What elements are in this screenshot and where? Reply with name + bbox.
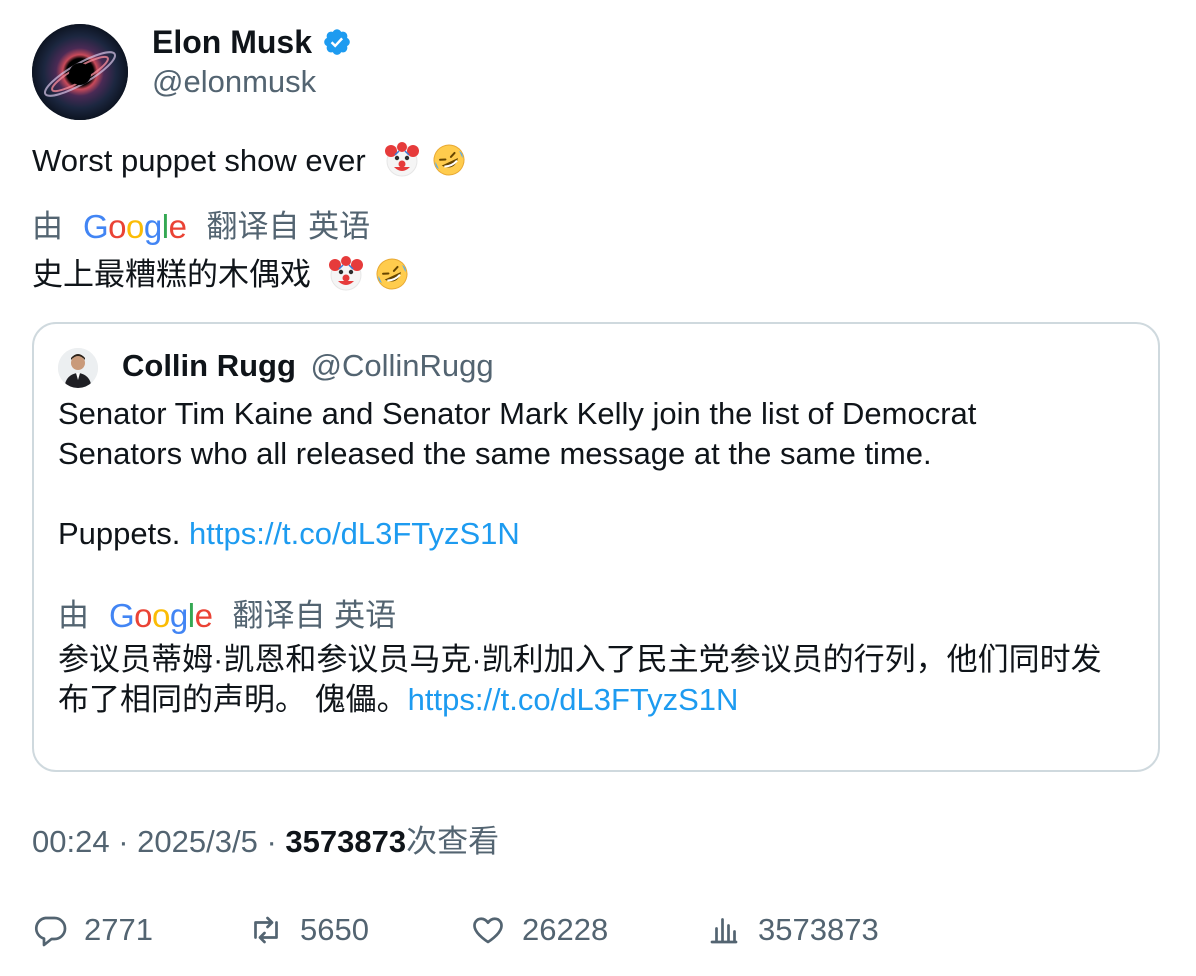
views-button[interactable]: 3573873	[706, 906, 879, 954]
black-hole-avatar-image	[32, 24, 128, 120]
quoted-text-line-1: Senator Tim Kaine and Senator Mark Kelly…	[58, 396, 977, 431]
quoted-translation-prefix: 由	[58, 598, 89, 633]
like-count: 26228	[522, 912, 609, 947]
clown-face-icon	[328, 256, 363, 291]
puppets-text: Puppets.	[58, 516, 181, 551]
quoted-author-avatar[interactable]	[58, 348, 98, 388]
author-avatar[interactable]	[32, 24, 128, 120]
views-count: 3573873	[758, 912, 879, 947]
rolling-laughing-icon	[433, 144, 465, 176]
tweet-action-bar: 2771 5650 26228 3573873	[32, 906, 1162, 954]
reply-button[interactable]: 2771	[32, 906, 153, 954]
author-handle[interactable]: @elonmusk	[152, 62, 316, 102]
person-avatar-image	[58, 348, 98, 388]
quoted-puppets-line: Puppets. https://t.co/dL3FTyzS1N	[58, 514, 1138, 554]
reply-count: 2771	[84, 912, 153, 947]
rolling-laughing-icon	[376, 258, 408, 290]
tweet-meta: 00:24 · 2025/3/5 · 3573873次查看	[32, 820, 499, 864]
quoted-translated-text: 布了相同的声明。 傀儡。	[58, 682, 408, 717]
translated-body: 史上最糟糕的木偶戏	[32, 257, 311, 292]
quoted-tweet-body: Senator Tim Kaine and Senator Mark Kelly…	[58, 394, 1138, 720]
quoted-author-header: Collin Rugg @CollinRugg	[122, 344, 494, 388]
analytics-icon	[710, 918, 738, 944]
retweet-count: 5650	[300, 912, 369, 947]
tweet-time[interactable]: 00:24	[32, 824, 110, 859]
translation-suffix: 翻译自 英语	[206, 209, 371, 244]
translation-prefix: 由	[32, 209, 63, 244]
view-count: 3573873	[285, 824, 407, 859]
quoted-translated-link[interactable]: https://t.co/dL3FTyzS1N	[408, 682, 739, 717]
meta-separator: ·	[118, 824, 129, 859]
reply-icon	[34, 916, 67, 947]
quoted-author-handle[interactable]: @CollinRugg	[311, 348, 494, 383]
quoted-translated-line-1: 参议员蒂姆·凯恩和参议员马克·凯利加入了民主党参议员的行列，他们同时发	[58, 642, 1102, 677]
meta-separator: ·	[266, 824, 277, 859]
retweet-icon	[254, 916, 278, 944]
translation-attribution: 由 Google 翻译自 英语	[32, 207, 370, 247]
quoted-tweet-link[interactable]: https://t.co/dL3FTyzS1N	[189, 516, 520, 551]
author-display-name[interactable]: Elon Musk	[152, 22, 352, 62]
tweet-text: Worst puppet show ever	[32, 140, 467, 182]
view-count-suffix: 次查看	[406, 824, 500, 859]
heart-icon	[473, 917, 503, 944]
quoted-translation-attribution: 由 Google 翻译自 英语	[58, 594, 1138, 638]
quoted-author-name[interactable]: Collin Rugg	[122, 348, 296, 383]
author-name-text[interactable]: Elon Musk	[152, 22, 312, 62]
quoted-translation-suffix: 翻译自 英语	[232, 598, 397, 633]
translated-tweet-text: 史上最糟糕的木偶戏	[32, 254, 410, 296]
retweet-button[interactable]: 5650	[248, 906, 369, 954]
quoted-translated-line-2: 布了相同的声明。 傀儡。https://t.co/dL3FTyzS1N	[58, 680, 1138, 720]
google-logo: Google	[83, 208, 187, 245]
quoted-tweet-card[interactable]: Collin Rugg @CollinRugg Senator Tim Kain…	[32, 322, 1160, 772]
like-button[interactable]: 26228	[470, 906, 608, 954]
verified-badge-icon	[324, 29, 350, 55]
google-logo: Google	[109, 597, 213, 634]
quoted-text-line-2: Senators who all released the same messa…	[58, 436, 932, 471]
tweet-date[interactable]: 2025/3/5	[137, 824, 258, 859]
tweet-body: Worst puppet show ever	[32, 143, 366, 178]
clown-face-icon	[385, 142, 420, 177]
